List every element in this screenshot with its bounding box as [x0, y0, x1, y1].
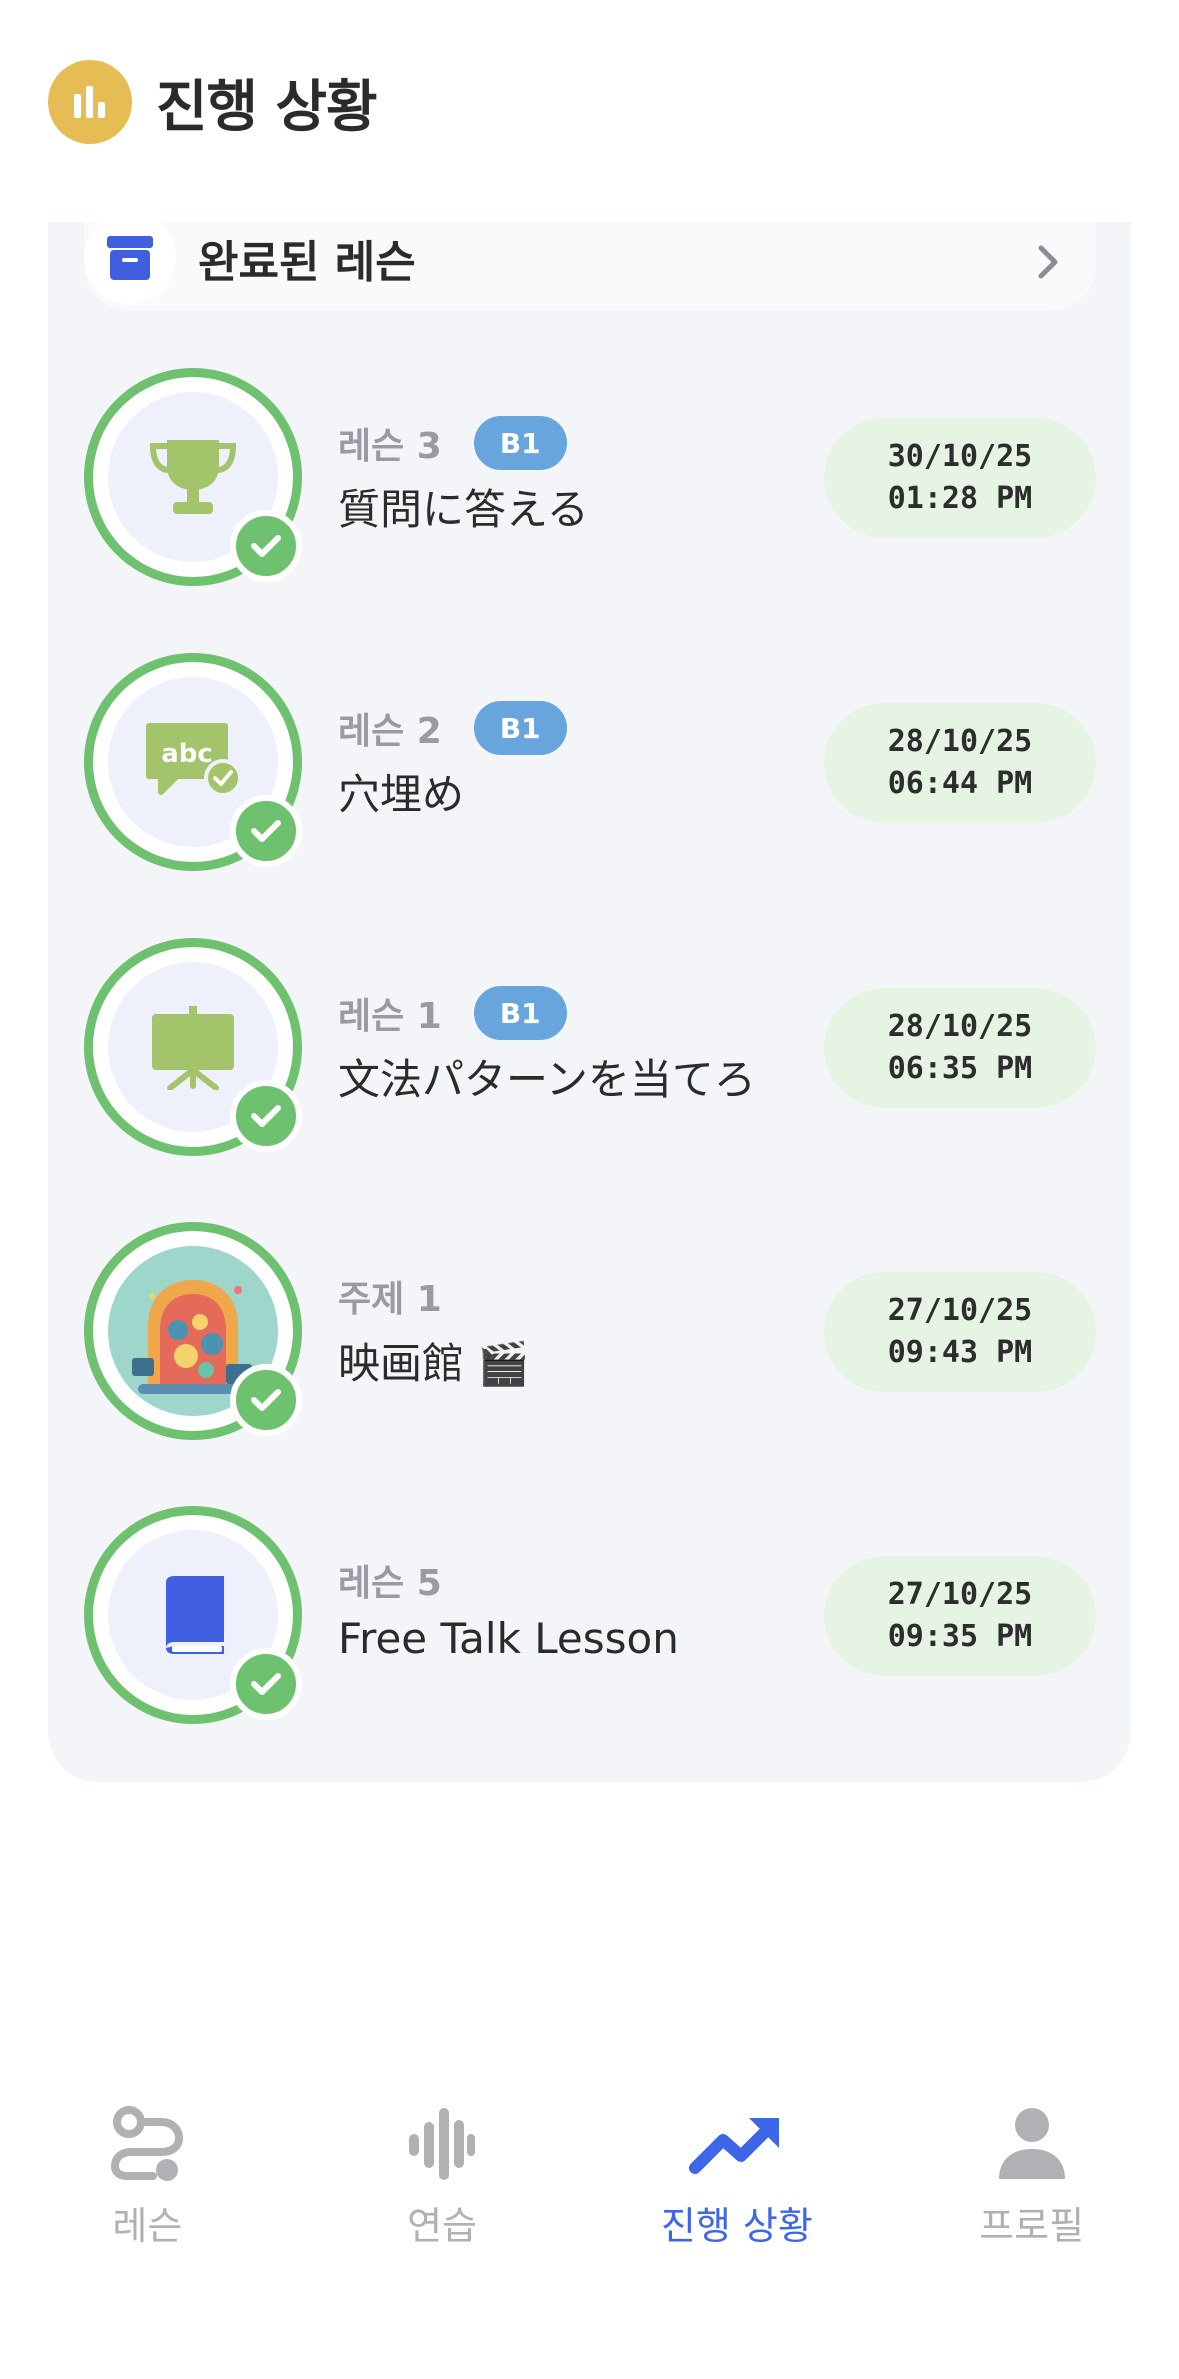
completion-time: 06:44 PM: [887, 766, 1033, 801]
waveform-icon: [407, 2100, 477, 2187]
nav-label: 레슨: [112, 2204, 183, 2248]
lesson-title: 穴埋め: [338, 770, 465, 819]
lesson-item[interactable]: 주제 1 映画館 🎬 27/10/25 09:43 PM: [84, 1222, 1096, 1442]
completed-lessons-label: 완료된 레슨: [198, 237, 416, 288]
completion-date: 30/10/25: [887, 439, 1033, 474]
level-badge: B1: [473, 986, 567, 1040]
nav-item-lessons[interactable]: 레슨: [0, 2100, 295, 2250]
topic-number: 주제 1: [338, 1279, 442, 1320]
nav-label: 프로필: [979, 2204, 1085, 2248]
lesson-number: 레슨 5: [338, 1563, 442, 1604]
lesson-meta: 주제 1: [338, 1270, 442, 1322]
check-icon: [230, 510, 302, 582]
archive-box-icon: [84, 212, 176, 304]
lesson-number: 레슨 1: [338, 996, 442, 1037]
completion-time: 06:35 PM: [887, 1051, 1033, 1086]
completion-date-pill: 30/10/25 01:28 PM: [824, 418, 1096, 538]
lesson-title: 文法パターンを当てろ: [338, 1055, 756, 1104]
completion-date: 28/10/25: [887, 724, 1033, 759]
lesson-item[interactable]: 레슨 3 B1 質問に答える 30/10/25 01:28 PM: [84, 368, 1096, 588]
completion-date-pill: 27/10/25 09:35 PM: [824, 1556, 1096, 1676]
chevron-right-icon: [1036, 242, 1060, 286]
nav-item-profile[interactable]: 프로필: [884, 2100, 1179, 2250]
check-icon: [230, 1364, 302, 1436]
level-badge: B1: [473, 701, 567, 755]
completion-time: 09:35 PM: [887, 1619, 1033, 1654]
page-header: 진행 상황: [48, 60, 378, 144]
trending-up-icon: [688, 2100, 785, 2187]
bar-chart-icon: [48, 60, 132, 144]
lesson-title: Free Talk Lesson: [338, 1614, 679, 1663]
completion-time: 09:43 PM: [887, 1335, 1033, 1370]
lesson-number: 레슨 2: [338, 711, 442, 752]
path-icon: [107, 2100, 187, 2187]
check-icon: [230, 1648, 302, 1720]
completion-date: 28/10/25: [887, 1009, 1033, 1044]
nav-label: 진행 상황: [660, 2204, 813, 2248]
page-title: 진행 상황: [156, 74, 378, 140]
svg-text:abc: abc: [161, 739, 213, 769]
lesson-meta: 레슨 3 B1: [338, 416, 567, 470]
completion-date-pill: 27/10/25 09:43 PM: [824, 1272, 1096, 1392]
lesson-item[interactable]: abc 레슨 2 B1 穴埋め 28/10/25 06:44 PM: [84, 653, 1096, 873]
lesson-meta: 레슨 1 B1: [338, 986, 567, 1040]
level-badge: B1: [473, 416, 567, 470]
completion-date: 27/10/25: [887, 1293, 1033, 1328]
lesson-meta: 레슨 5: [338, 1554, 442, 1606]
completion-time: 01:28 PM: [887, 481, 1033, 516]
lesson-item[interactable]: 레슨 5 Free Talk Lesson 27/10/25 09:35 PM: [84, 1506, 1096, 1726]
user-icon: [997, 2100, 1067, 2187]
lesson-item[interactable]: 레슨 1 B1 文法パターンを当てろ 28/10/25 06:35 PM: [84, 938, 1096, 1158]
nav-label: 연습: [407, 2204, 478, 2248]
lesson-title: 映画館 🎬: [338, 1339, 530, 1388]
check-icon: [230, 1080, 302, 1152]
check-icon: [230, 795, 302, 867]
completion-date-pill: 28/10/25 06:44 PM: [824, 703, 1096, 823]
nav-item-practice[interactable]: 연습: [295, 2100, 590, 2250]
nav-item-progress[interactable]: 진행 상황: [590, 2100, 885, 2250]
lesson-meta: 레슨 2 B1: [338, 701, 567, 755]
completed-lessons-panel: 완료된 레슨 레슨 3 B1 質問に答える 30/10/25 01:28 PM …: [48, 212, 1131, 1782]
lesson-title: 質問に答える: [338, 485, 589, 534]
completion-date: 27/10/25: [887, 1577, 1033, 1612]
lesson-number: 레슨 3: [338, 426, 442, 467]
bottom-nav: 레슨 연습 진행 상황 프로필: [0, 2100, 1179, 2250]
completed-lessons-row[interactable]: 완료된 레슨: [84, 212, 1096, 310]
completion-date-pill: 28/10/25 06:35 PM: [824, 988, 1096, 1108]
